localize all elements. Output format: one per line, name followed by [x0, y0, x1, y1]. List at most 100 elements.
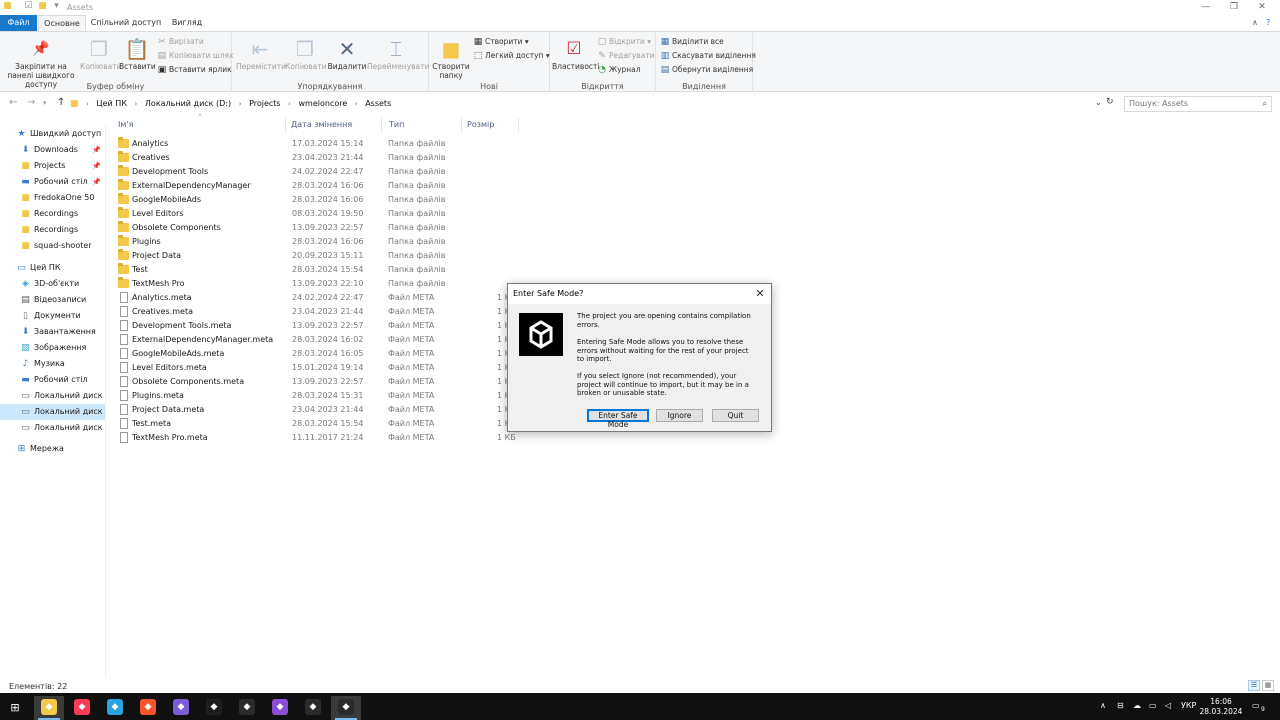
rename-button[interactable]: ⌶ Перейменувати	[367, 38, 429, 71]
start-button[interactable]: ⊞	[0, 693, 30, 720]
paste-button[interactable]: 📋 Вставити	[119, 38, 156, 71]
nav-item-3d-objects[interactable]: ◈ 3D-об'єкти	[0, 276, 105, 292]
table-row[interactable]: Project Data.meta 23.04.2023 21:44 Файл ME…	[112, 403, 532, 417]
path-separator-icon[interactable]: ›	[288, 96, 291, 112]
new-item-button[interactable]: ▦ Створити ▾	[473, 36, 529, 48]
nav-item-downloads[interactable]: ⬇ Downloads 📌	[0, 142, 105, 158]
address-dropdown-chevron-icon[interactable]: ⌄	[1095, 98, 1102, 107]
taskbar-app-code-editor[interactable]: ◆	[199, 696, 229, 720]
crumb-projects[interactable]: Projects	[249, 96, 281, 112]
column-name[interactable]: Ім'я	[118, 120, 133, 129]
column-type[interactable]: Тип	[389, 120, 404, 129]
move-to-button[interactable]: ⇤ Перемістити	[236, 38, 286, 71]
nav-network[interactable]: ⊞ Мережа	[0, 441, 105, 457]
copy-to-button[interactable]: ❐ Копіювати	[285, 38, 326, 71]
table-row[interactable]: Level Editors.meta 15.01.2024 19:14 Файл M…	[112, 361, 532, 375]
nav-item-music[interactable]: ♪ Музика	[0, 356, 105, 372]
minimize-button[interactable]: —	[1192, 0, 1220, 15]
nav-item-recordings-2[interactable]: ■ Recordings	[0, 222, 105, 238]
crumb-assets[interactable]: Assets	[365, 96, 391, 112]
path-separator-icon[interactable]: ›	[135, 96, 138, 112]
easy-access-button[interactable]: ⬚ Легкий доступ ▾	[473, 50, 550, 62]
cut-button[interactable]: ✂ Вирізати	[157, 36, 203, 48]
select-all-button[interactable]: ▦ Виділити все	[660, 36, 724, 48]
invert-selection-button[interactable]: ▤ Обернути виділення	[660, 64, 753, 76]
nav-item-drive-d[interactable]: ▭Локальний диск (D	[0, 404, 105, 420]
dialog-close-icon[interactable]: ✕	[753, 287, 767, 301]
volume-icon[interactable]: ◁	[1165, 701, 1171, 710]
table-row[interactable]: Plugins 28.03.2024 16:06 Папка файлів	[112, 235, 532, 249]
nav-item-squad-shooter[interactable]: ■ squad-shooter	[0, 238, 105, 254]
properties-button[interactable]: ☑ Властивості	[552, 38, 600, 71]
table-row[interactable]: Creatives.meta 23.04.2023 21:44 Файл META 1…	[112, 305, 532, 319]
column-divider[interactable]	[381, 118, 382, 132]
table-row[interactable]: ExternalDependencyManager.meta 28.03.2024…	[112, 333, 532, 347]
copy-button[interactable]: ❐ Копіювати	[80, 38, 121, 71]
search-input[interactable]: Пошук: Assets ⌕	[1124, 96, 1272, 112]
table-row[interactable]: Development Tools 24.02.2024 22:47 Папка ф…	[112, 165, 532, 179]
taskbar-app-music-app[interactable]: ◆	[67, 696, 97, 720]
table-row[interactable]: Analytics.meta 24.02.2024 22:47 Файл META 1…	[112, 291, 532, 305]
tab-home[interactable]: Основне	[38, 15, 86, 31]
taskbar-app-telegram[interactable]: ◆	[100, 696, 130, 720]
tab-view[interactable]: Вигляд	[166, 15, 208, 31]
table-row[interactable]: Test.meta 28.03.2024 15:54 Файл META 1 К	[112, 417, 532, 431]
device-icon[interactable]: ⊟	[1117, 701, 1124, 710]
table-row[interactable]: Plugins.meta 28.03.2024 15:31 Файл META 1 К	[112, 389, 532, 403]
nav-item-desktop[interactable]: ▬ Робочий стіл 📌	[0, 174, 105, 190]
new-folder-button[interactable]: ■ Створити папку	[432, 38, 470, 80]
tab-share[interactable]: Спільний доступ	[90, 15, 162, 31]
table-row[interactable]: TextMesh Pro.meta 11.11.2017 21:24 Файл ME…	[112, 431, 532, 445]
taskbar-app-brave-browser[interactable]: ◆	[133, 696, 163, 720]
nav-item-desktop-pc[interactable]: ▬ Робочий стіл	[0, 372, 105, 388]
taskbar-app-unity-hub[interactable]: ◆	[298, 696, 328, 720]
nav-quick-access[interactable]: ★ Швидкий доступ	[0, 126, 105, 142]
crumb-drive-d[interactable]: Локальний диск (D:)	[145, 96, 231, 112]
table-row[interactable]: ExternalDependencyManager 28.03.2024 16:0…	[112, 179, 532, 193]
refresh-icon[interactable]: ↻	[1106, 97, 1114, 107]
nav-item-pictures[interactable]: ▨ Зображення	[0, 340, 105, 356]
crumb-this-pc[interactable]: Цей ПК	[96, 96, 127, 112]
edit-button[interactable]: ✎ Редагувати	[597, 50, 654, 62]
enter-safe-mode-button[interactable]: Enter Safe Mode	[587, 409, 649, 429]
new-folder-quick-icon[interactable]: ■	[38, 2, 47, 11]
notifications-icon[interactable]: ▭	[1252, 701, 1260, 710]
table-row[interactable]: Obsolete Components.meta 13.09.2023 22:57…	[112, 375, 532, 389]
collapse-ribbon-icon[interactable]: ∧	[1252, 18, 1258, 27]
crumb-wmeloncore[interactable]: wmeloncore	[299, 96, 348, 112]
nav-item-videos[interactable]: ▤ Відеозаписи	[0, 292, 105, 308]
help-icon[interactable]: ?	[1266, 18, 1270, 27]
tab-file[interactable]: Файл	[0, 15, 37, 31]
table-row[interactable]: TextMesh Pro 13.09.2023 22:10 Папка файлів	[112, 277, 532, 291]
clock[interactable]: 16:06 28.03.2024	[1196, 697, 1246, 717]
table-row[interactable]: Test 28.03.2024 15:54 Папка файлів	[112, 263, 532, 277]
taskbar-app-discord-like[interactable]: ◆	[166, 696, 196, 720]
history-button[interactable]: ◔ Журнал	[597, 64, 641, 76]
large-icons-view-icon[interactable]: ▦	[1262, 680, 1274, 691]
customize-quick-access-icon[interactable]: ▾	[52, 2, 61, 11]
forward-arrow-icon[interactable]: →	[27, 97, 35, 108]
nav-this-pc[interactable]: ▭ Цей ПК	[0, 260, 105, 276]
table-row[interactable]: Analytics 17.03.2024 15:14 Папка файлів	[112, 137, 532, 151]
copy-path-button[interactable]: ▤ Копіювати шлях	[157, 50, 234, 62]
table-row[interactable]: GoogleMobileAds 28.03.2024 16:06 Папка фай…	[112, 193, 532, 207]
back-arrow-icon[interactable]: ←	[9, 97, 17, 108]
table-row[interactable]: Obsolete Components 13.09.2023 22:57 Папка…	[112, 221, 532, 235]
column-date[interactable]: Дата змінення	[291, 120, 352, 129]
table-row[interactable]: Level Editors 08.03.2024 19:50 Папка файлі…	[112, 207, 532, 221]
table-row[interactable]: Creatives 23.04.2023 21:44 Папка файлів	[112, 151, 532, 165]
recent-locations-chevron-icon[interactable]: ▾	[43, 99, 47, 107]
taskbar-app-visual-studio[interactable]: ◆	[265, 696, 295, 720]
cloud-icon[interactable]: ☁	[1133, 701, 1141, 710]
table-row[interactable]: Project Data 20.09.2023 15:11 Папка файлів	[112, 249, 532, 263]
nav-item-projects[interactable]: ■ Projects 📌	[0, 158, 105, 174]
address-path[interactable]: ■ › Цей ПК › Локальний диск (D:) › Proje…	[70, 96, 1118, 112]
path-separator-icon[interactable]: ›	[86, 96, 89, 112]
network-tray-icon[interactable]: ▭	[1149, 701, 1157, 710]
nav-item-fredokaone[interactable]: ■ FredokaOne 50	[0, 190, 105, 206]
maximize-button[interactable]: ❐	[1220, 0, 1248, 15]
taskbar-app-unity-editor[interactable]: ◆	[331, 696, 361, 720]
column-size[interactable]: Розмір	[467, 120, 494, 129]
column-divider[interactable]	[461, 118, 462, 132]
column-divider[interactable]	[285, 118, 286, 132]
